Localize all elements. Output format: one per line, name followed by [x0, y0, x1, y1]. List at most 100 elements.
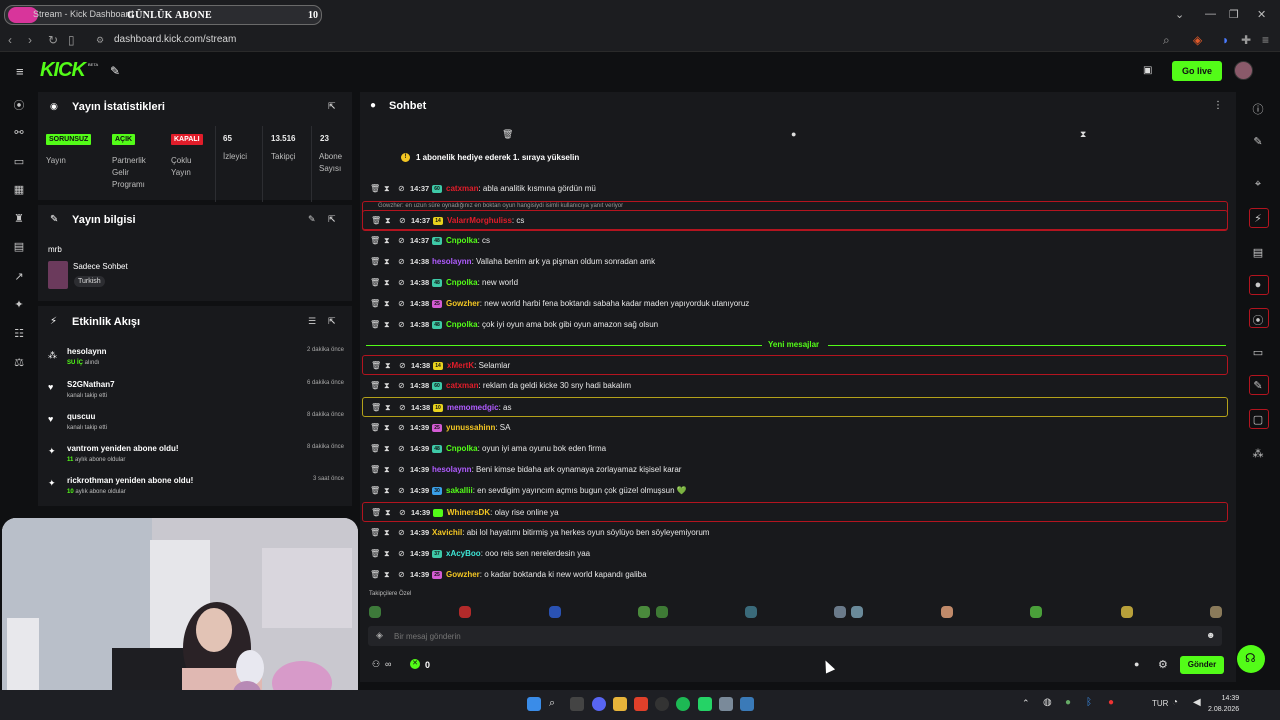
delete-icon[interactable]: 🗑 — [370, 294, 380, 314]
emote[interactable] — [1121, 606, 1133, 618]
comment-icon[interactable]: ● — [791, 129, 796, 139]
emote[interactable] — [941, 606, 953, 618]
settings-icon[interactable]: ⚙ — [1158, 658, 1168, 671]
tray-icon[interactable]: ◍ — [1043, 697, 1052, 708]
delete-icon[interactable]: 🗑 — [371, 356, 381, 376]
wifi-icon[interactable]: ◔ — [1172, 697, 1178, 708]
app-icon[interactable] — [740, 697, 754, 711]
timeout-icon[interactable]: ⧗ — [385, 356, 391, 376]
hamburger-icon[interactable]: ≡ — [16, 64, 24, 79]
chevron-up-icon[interactable]: ⌃ — [1022, 698, 1030, 709]
expand-icon[interactable]: ⇱ — [328, 214, 336, 225]
delete-icon[interactable]: 🗑 — [370, 460, 380, 480]
chat-username[interactable]: Cnpolka — [446, 320, 478, 329]
chat-message[interactable]: 25 🗑 ⧗ ⊘ 14:38 Gowzher: new world harbi fena … — [362, 294, 1228, 314]
send-button[interactable]: Gönder — [1180, 656, 1224, 674]
site-info-icon[interactable]: ⚙ — [96, 35, 104, 46]
emote[interactable] — [656, 606, 668, 618]
back-icon[interactable]: ‹ — [8, 33, 12, 47]
chat-username[interactable]: sakallii — [446, 486, 473, 495]
ban-icon[interactable]: ⊘ — [398, 418, 405, 438]
timeout-icon[interactable]: ⧗ — [384, 418, 390, 438]
ban-icon[interactable]: ⊘ — [398, 179, 405, 199]
chat-message[interactable]: 🗑 ⧗ ⊘ 14:39 Xavichil: abi lol hayatımı bitir… — [362, 523, 1228, 543]
timeout-icon[interactable]: ⧗ — [384, 439, 390, 459]
clock[interactable]: 14:39 2.08.2026 — [1208, 693, 1239, 715]
emote[interactable] — [369, 606, 381, 618]
url-field[interactable]: dashboard.kick.com/stream — [114, 34, 236, 45]
chat-username[interactable]: hesolaynn — [432, 465, 472, 474]
delete-icon[interactable]: 🗑 — [370, 252, 380, 272]
chat-username[interactable]: hesolaynn — [432, 257, 472, 266]
ban-icon[interactable]: ⊘ — [398, 376, 405, 396]
timeout-icon[interactable]: ⧗ — [384, 294, 390, 314]
chat-message[interactable]: 🗑 ⧗ ⊘ 14:39 WhinersDK: olay rise online ya — [362, 502, 1228, 522]
timeout-icon[interactable]: ⧗ — [384, 544, 390, 564]
delete-icon[interactable]: 🗑 — [370, 565, 380, 585]
points-icon[interactable]: ✕ — [410, 659, 420, 669]
chat-message[interactable]: 🗑 ⧗ ⊘ 14:39 hesolaynn: Beni kimse bidaha ark… — [362, 460, 1228, 480]
stream-icon[interactable]: ⦿ — [12, 97, 26, 113]
chat-message[interactable]: 10 🗑 ⧗ ⊘ 14:38 memomedgic: as — [362, 397, 1228, 417]
hourglass-icon[interactable]: ⧗ — [1080, 129, 1086, 140]
pinned-message[interactable]: 1 abonelik hediye ederek 1. sıraya yükse… — [416, 153, 579, 162]
users-icon[interactable]: ☷ — [12, 327, 26, 340]
info-icon[interactable]: ⓘ — [1251, 101, 1265, 117]
start-icon[interactable] — [527, 697, 541, 711]
timeout-icon[interactable]: ⧗ — [384, 231, 390, 251]
chat-username[interactable]: xAcyBoo — [446, 549, 481, 558]
forward-icon[interactable]: › — [28, 33, 32, 47]
moderation-icon[interactable]: ⚖ — [12, 356, 26, 369]
chat-icon[interactable]: ● — [1134, 659, 1139, 669]
bluetooth-icon[interactable]: ᛒ — [1086, 697, 1092, 708]
delete-icon[interactable]: 🗑 — [371, 211, 381, 231]
minimize-icon[interactable]: — — [1205, 8, 1216, 20]
chat-username[interactable]: Gowzher — [446, 299, 480, 308]
emote[interactable] — [549, 606, 561, 618]
emote[interactable] — [638, 606, 650, 618]
broadcast-icon[interactable]: ⦿ — [1251, 312, 1265, 328]
menu-icon[interactable]: ≡ — [1262, 33, 1269, 47]
graph-icon[interactable]: ↗ — [12, 270, 26, 283]
document-icon[interactable]: ▤ — [1251, 246, 1265, 259]
obs-icon[interactable] — [655, 697, 669, 711]
timeout-icon[interactable]: ⧗ — [384, 179, 390, 199]
ban-icon[interactable]: ⊘ — [399, 398, 406, 418]
bolt-icon[interactable]: ⚡ — [1251, 212, 1265, 225]
ban-icon[interactable]: ⊘ — [399, 503, 406, 523]
chat-message[interactable]: 48 🗑 ⧗ ⊘ 14:38 Cnpolka: çok iyi oyun ama bok … — [362, 315, 1228, 335]
brave-icon[interactable] — [634, 697, 648, 711]
delete-icon[interactable]: 🗑 — [370, 439, 380, 459]
delete-icon[interactable]: 🗑 — [370, 273, 380, 293]
ban-icon[interactable]: ⊘ — [399, 211, 406, 231]
chat-username[interactable]: memomedgic — [447, 403, 499, 412]
task-view-icon[interactable] — [570, 697, 584, 711]
ban-icon[interactable]: ⊘ — [398, 439, 405, 459]
chat-message[interactable]: 60 🗑 ⧗ ⊘ 14:38 catxman: reklam da geldi kicke… — [362, 376, 1228, 396]
ban-icon[interactable]: ⊘ — [398, 565, 405, 585]
tray-icon[interactable]: ● — [1065, 697, 1071, 708]
timeout-icon[interactable]: ⧗ — [384, 252, 390, 272]
chat-message[interactable]: 48 🗑 ⧗ ⊘ 14:39 Cnpolka: oyun iyi ama oyunu bo… — [362, 439, 1228, 459]
chat-icon[interactable]: ● — [1251, 279, 1265, 291]
chat-message[interactable]: 60 🗑 ⧗ ⊘ 14:37 catxman: abla analitik kısmına… — [362, 179, 1228, 199]
emote[interactable] — [851, 606, 863, 618]
timeout-icon[interactable]: ⧗ — [384, 460, 390, 480]
search-icon[interactable]: ⌕ — [549, 697, 555, 710]
timeout-icon[interactable]: ⧗ — [384, 481, 390, 501]
users-icon[interactable]: ⚇ — [372, 659, 380, 670]
chat-username[interactable]: catxman — [446, 184, 478, 193]
trash-icon[interactable]: 🗑 — [502, 129, 513, 140]
brave-shield-icon[interactable]: ◈ — [1193, 33, 1202, 47]
ban-icon[interactable]: ⊘ — [398, 523, 405, 543]
chat-message[interactable]: 🗑 ⧗ ⊘ 14:38 hesolaynn: Vallaha benim ark ya … — [362, 252, 1228, 272]
expand-icon[interactable]: ⇱ — [328, 101, 336, 112]
chat-input[interactable] — [394, 626, 1174, 646]
bookmark-icon[interactable]: ▯ — [68, 33, 75, 47]
browser-tab[interactable]: Stream - Kick Dashboard GÜNLÜK ABONE 10 — [4, 5, 322, 25]
close-icon[interactable]: ✕ — [1257, 8, 1266, 21]
chat-username[interactable]: Xavichil — [432, 528, 462, 537]
delete-icon[interactable]: 🗑 — [370, 544, 380, 564]
chat-username[interactable]: Gowzher — [446, 570, 480, 579]
emoji-icon[interactable]: ☻ — [1206, 630, 1215, 640]
